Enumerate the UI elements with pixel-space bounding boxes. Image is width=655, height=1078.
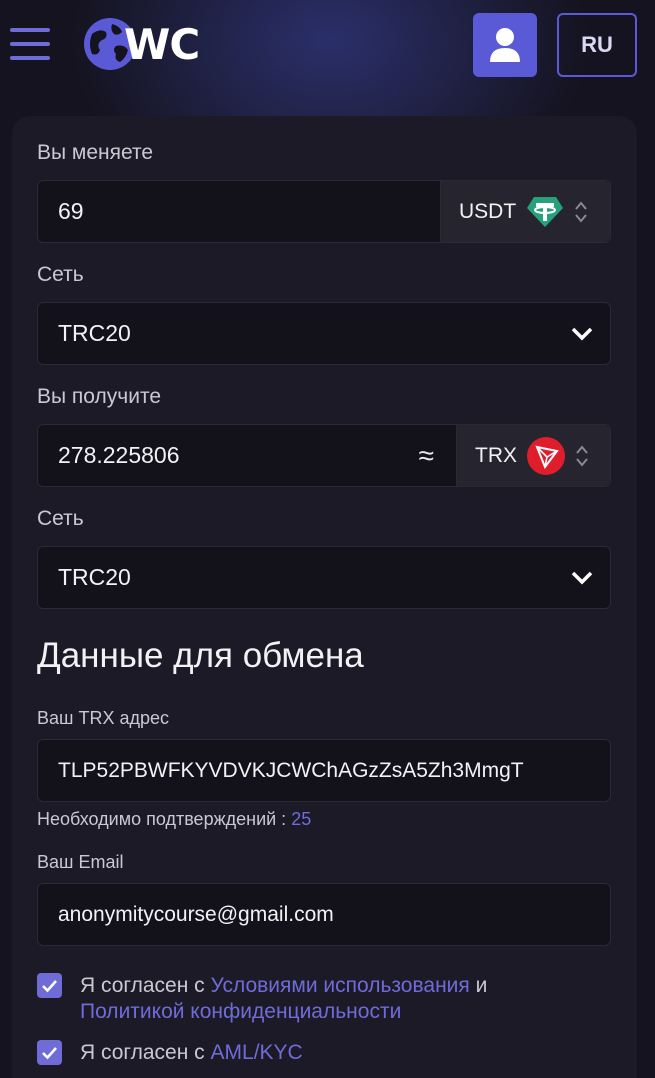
email-label: Ваш Email <box>37 852 124 872</box>
email-input[interactable] <box>37 883 611 946</box>
tether-icon <box>527 196 564 227</box>
header: WC RU <box>0 0 655 100</box>
chevron-down-icon <box>571 327 593 341</box>
user-icon <box>490 28 520 62</box>
terms-link[interactable]: Условиями использования <box>211 974 470 997</box>
give-currency-code: USDT <box>459 199 517 223</box>
give-label: Вы меняете <box>37 141 154 164</box>
terms-agreement: Я согласен с Условиями использования и П… <box>37 973 487 1025</box>
give-network-select[interactable]: TRC20 <box>37 302 611 365</box>
aml-prefix: Я согласен с <box>80 1041 205 1064</box>
aml-link[interactable]: AML/KYC <box>211 1041 303 1064</box>
language-button[interactable]: RU <box>557 13 637 77</box>
receive-currency-code: TRX <box>475 443 517 467</box>
give-currency-select[interactable]: USDT <box>440 181 610 242</box>
receive-amount-value[interactable]: 278.225806 <box>38 442 419 469</box>
menu-icon[interactable] <box>10 28 50 60</box>
give-network-value: TRC20 <box>58 320 131 346</box>
receive-amount-field[interactable]: 278.225806 ≈ TRX <box>37 424 611 487</box>
receive-currency-select[interactable]: TRX <box>456 425 610 486</box>
updown-icon <box>576 444 588 467</box>
checkmark-icon <box>42 1046 57 1059</box>
aml-agreement: Я согласен с AML/KYC <box>37 1040 303 1066</box>
confirmations-info: Необходимо подтверждений : 25 <box>37 809 311 830</box>
approx-sign: ≈ <box>418 439 434 471</box>
terms-prefix: Я согласен с <box>80 974 205 997</box>
give-amount-value[interactable]: 69 <box>38 198 440 225</box>
give-network-label: Сеть <box>37 263 84 286</box>
privacy-link[interactable]: Политикой конфиденциальности <box>80 1000 401 1023</box>
confirmations-label: Необходимо подтверждений : <box>37 809 287 829</box>
checkmark-icon <box>42 979 57 992</box>
terms-checkbox[interactable] <box>37 973 62 998</box>
receive-network-label: Сеть <box>37 507 84 530</box>
chevron-down-icon <box>571 571 593 585</box>
receive-label: Вы получите <box>37 385 162 408</box>
section-title: Данные для обмена <box>37 636 364 675</box>
updown-icon <box>575 200 587 223</box>
confirmations-count: 25 <box>291 809 312 829</box>
logo-text: WC <box>124 19 200 69</box>
user-account-button[interactable] <box>473 13 537 77</box>
logo[interactable]: WC <box>82 16 200 72</box>
tron-icon <box>527 436 565 475</box>
receive-network-value: TRC20 <box>58 564 131 590</box>
aml-text: Я согласен с AML/KYC <box>80 1040 303 1066</box>
terms-and: и <box>475 974 488 997</box>
receive-network-select[interactable]: TRC20 <box>37 546 611 609</box>
aml-checkbox[interactable] <box>37 1040 62 1065</box>
give-amount-field[interactable]: 69 USDT <box>37 180 611 243</box>
terms-text: Я согласен с Условиями использования и П… <box>80 973 487 1025</box>
address-label: Ваш TRX адрес <box>37 708 169 728</box>
address-input[interactable] <box>37 739 611 802</box>
